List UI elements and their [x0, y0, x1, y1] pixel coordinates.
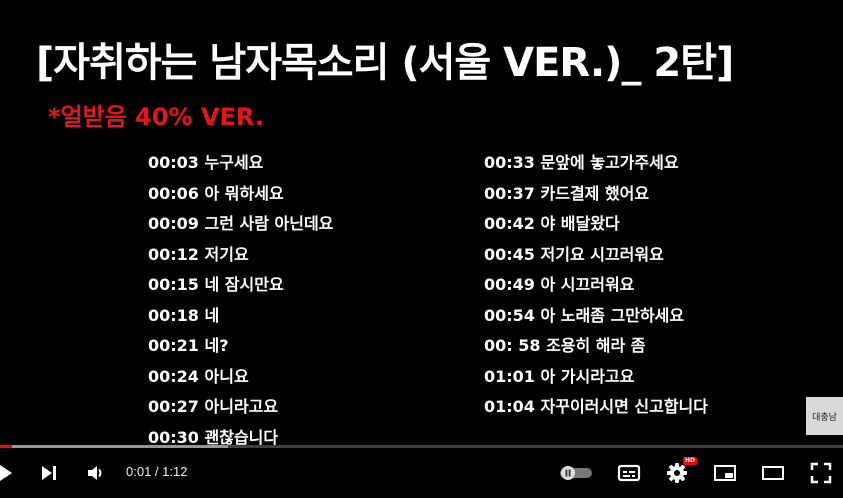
- theater-mode-icon: [762, 466, 784, 480]
- timestamp-list-right: 00:33 문앞에 놓고가주세요 00:37 카드결제 했어요 00:42 야 …: [484, 151, 708, 426]
- timestamp-list-left: 00:03 누구세요 00:06 아 뭐하세요 00:09 그런 사람 아닌데요…: [148, 151, 333, 448]
- timestamp-line: 00:27 아니라고요: [148, 397, 279, 416]
- volume-icon: [88, 466, 102, 480]
- timestamp-line: 00: 58 조용히 해라 좀: [484, 336, 646, 355]
- miniplayer-button[interactable]: [712, 461, 738, 485]
- miniplayer-icon: [714, 465, 736, 481]
- current-time: 0:01: [126, 464, 152, 479]
- timestamp-line: 00:15 네 잠시만요: [148, 275, 284, 294]
- autoplay-toggle[interactable]: [558, 461, 594, 485]
- next-button[interactable]: [38, 461, 60, 485]
- watermark-text: 대충남: [812, 412, 837, 423]
- timestamp-line: 00:49 아 시끄러워요: [484, 275, 635, 294]
- timestamp-line: 00:18 네: [148, 305, 220, 325]
- timestamp-line: 00:45 저기요 시끄러워요: [484, 244, 664, 264]
- timestamp-line: 00:06 아 뭐하세요: [148, 183, 284, 203]
- video-frame[interactable]: [자취하는 남자목소리 (서울 VER.)_ 2탄] *얼받음 40% VER.…: [0, 0, 843, 448]
- video-subtitle-overlay: *얼받음 40% VER.: [48, 103, 264, 131]
- duration: 1:12: [162, 464, 188, 479]
- player-controls: 0:01 / 1:12 HD: [0, 448, 843, 498]
- timestamp-line: 01:04 자꾸이러시면 신고합니다: [484, 397, 708, 416]
- settings-gear-icon: [667, 463, 687, 483]
- timestamp-line: 00:37 카드결제 했어요: [484, 183, 650, 203]
- timestamp-line: 00:03 누구세요: [148, 153, 264, 172]
- next-icon: [42, 466, 56, 480]
- autoplay-toggle-icon: [560, 466, 592, 480]
- timestamp-line: 00:24 아니요: [148, 366, 249, 386]
- hd-badge: HD: [683, 457, 698, 465]
- channel-watermark-logo[interactable]: 대충남: [806, 397, 843, 435]
- timestamp-line: 00:12 저기요: [148, 244, 249, 264]
- time-separator: /: [151, 464, 163, 479]
- timestamp-line: 00:42 야 배달왔다: [484, 214, 620, 233]
- subtitles-icon: [617, 464, 641, 482]
- timestamp-line: 00:09 그런 사람 아닌데요: [148, 214, 334, 233]
- theater-mode-button[interactable]: [760, 461, 786, 485]
- timestamp-line: 00:33 문앞에 놓고가주세요: [484, 153, 679, 172]
- video-title-overlay: [자취하는 남자목소리 (서울 VER.)_ 2탄]: [36, 40, 734, 86]
- play-icon: [0, 465, 12, 481]
- play-button[interactable]: [0, 461, 14, 485]
- timestamp-line: 01:01 아 가시라고요: [484, 366, 635, 386]
- volume-button[interactable]: [84, 461, 108, 485]
- timestamp-line: 00:21 네?: [148, 336, 229, 355]
- fullscreen-button[interactable]: [808, 461, 834, 485]
- fullscreen-icon: [810, 462, 832, 484]
- time-display: 0:01 / 1:12: [126, 464, 187, 479]
- timestamp-line: 00:54 아 노래좀 그만하세요: [484, 305, 685, 325]
- subtitles-button[interactable]: [616, 461, 642, 485]
